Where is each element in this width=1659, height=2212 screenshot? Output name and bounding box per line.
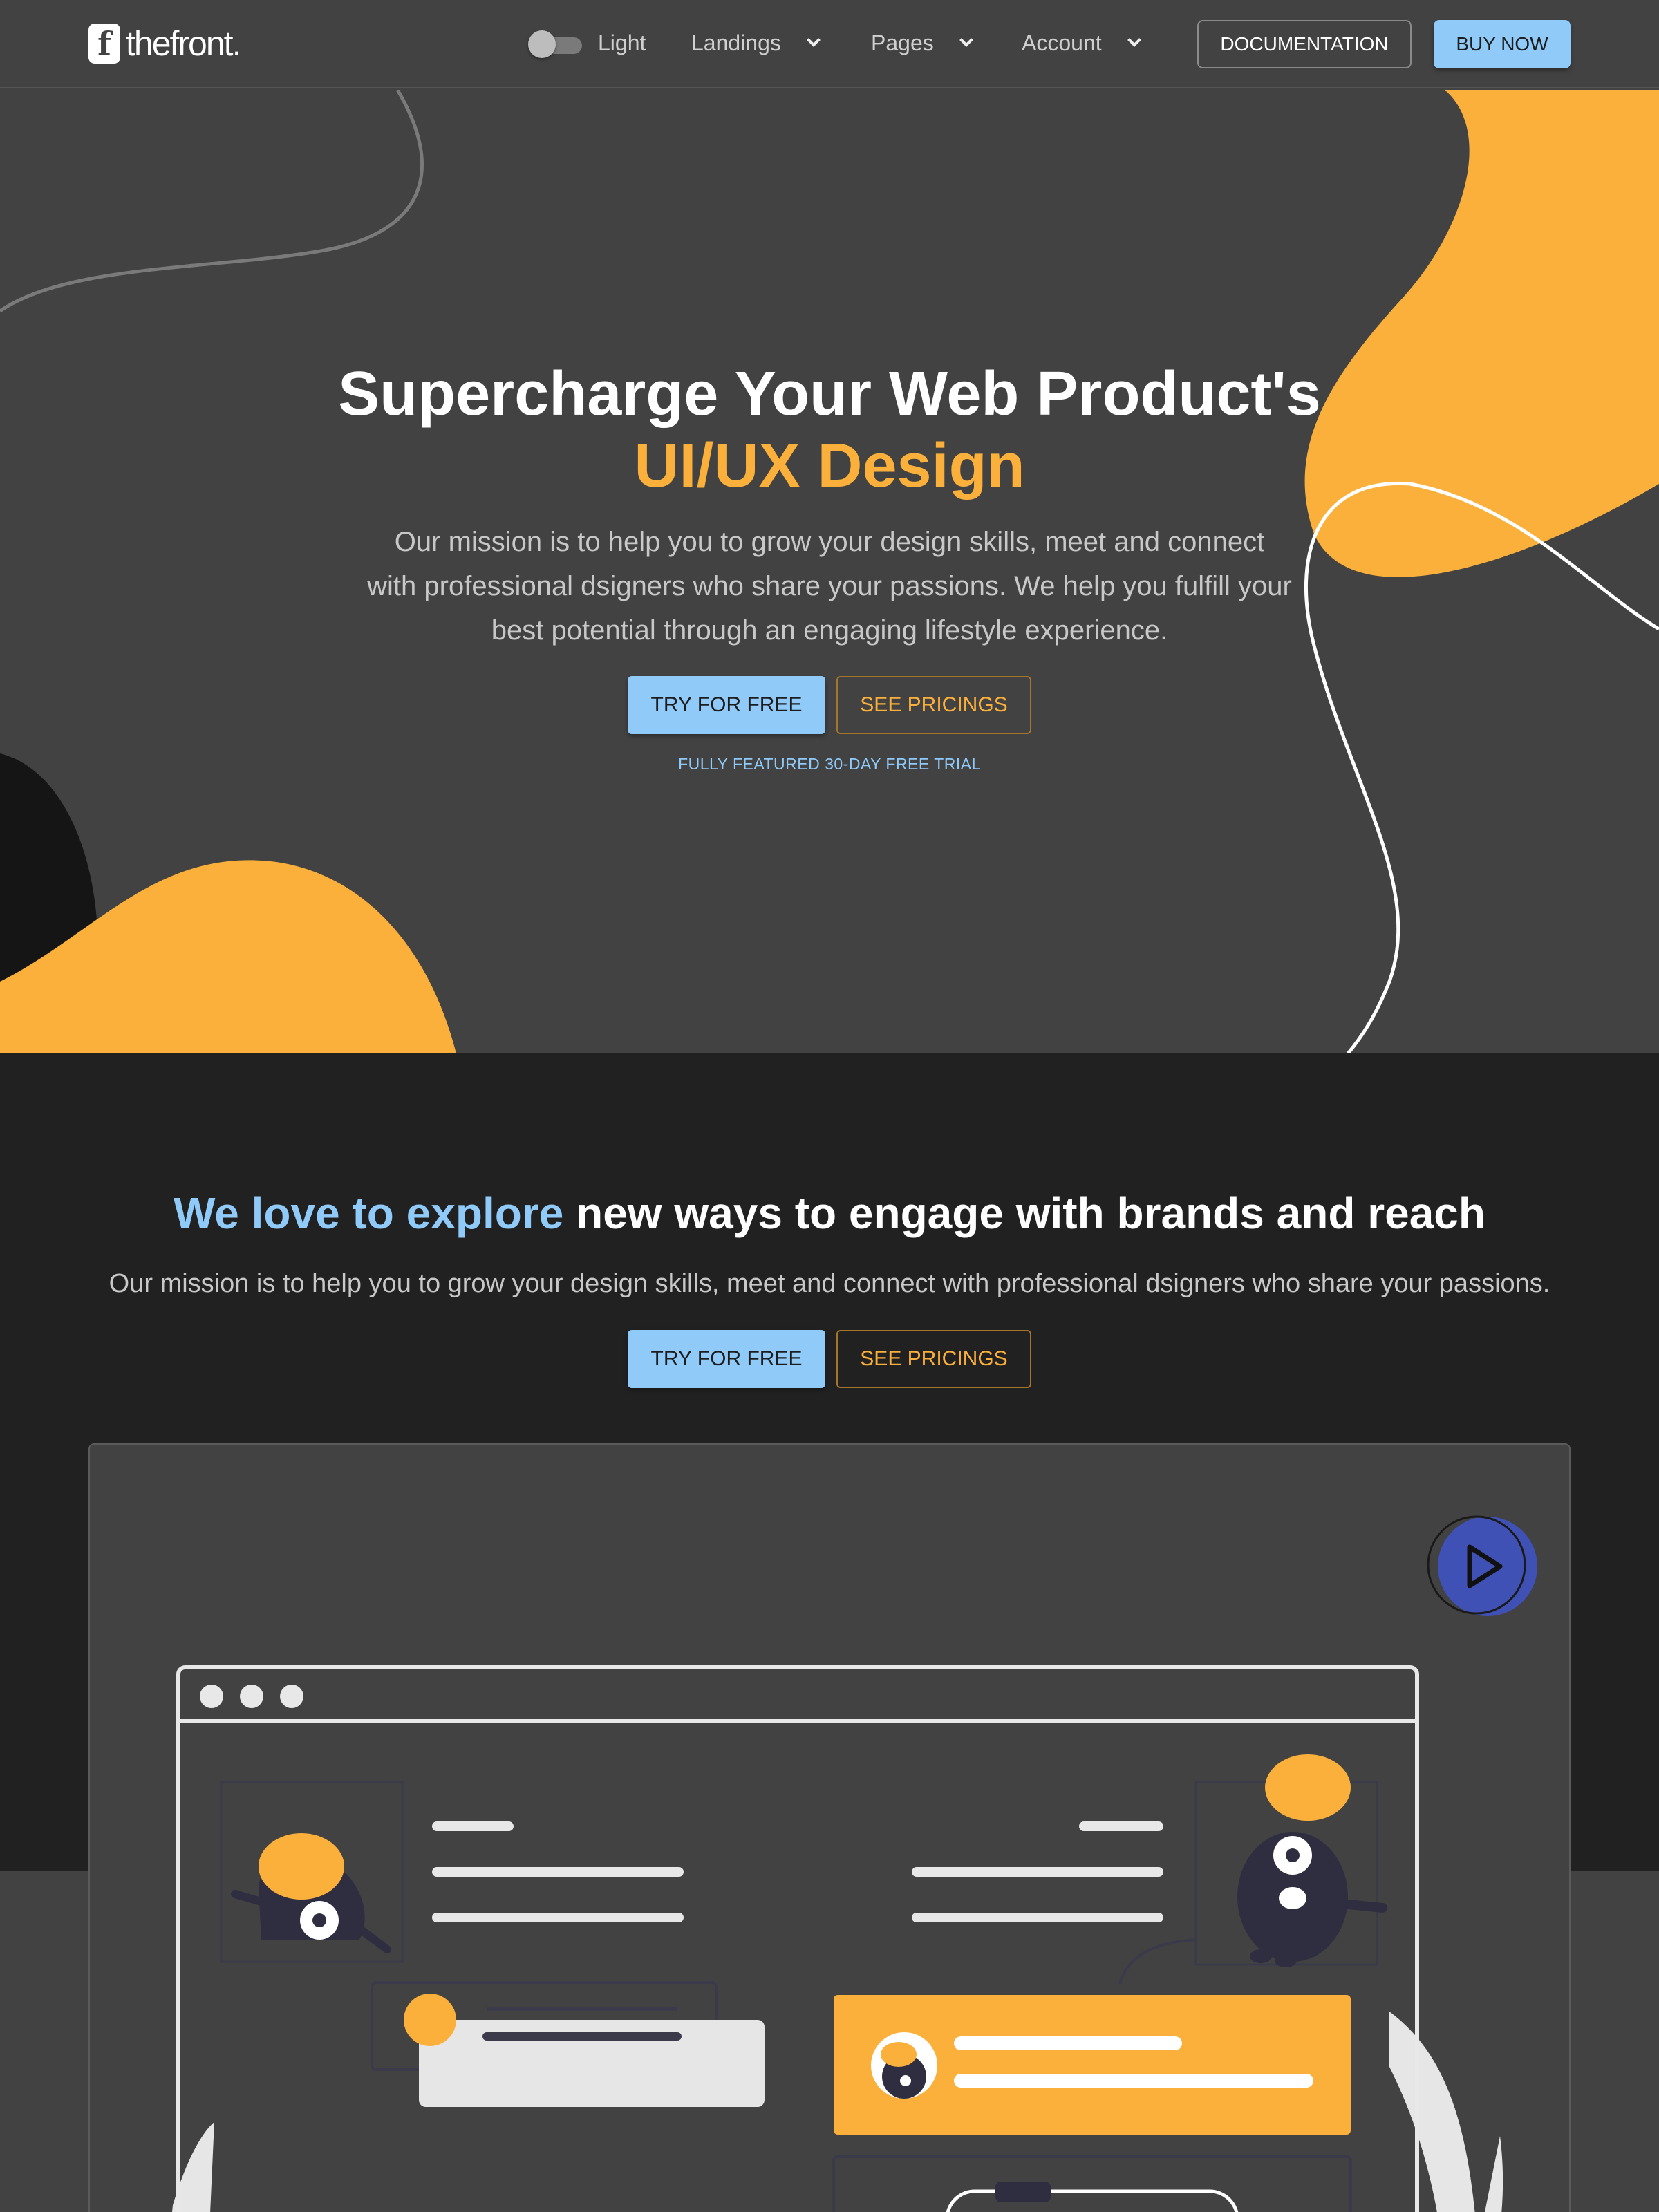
top-navbar: f thefront. Light Landings Pages Account… (0, 0, 1659, 88)
section-subtitle: Our mission is to help you to grow your … (109, 1269, 1550, 1298)
hero-title: Supercharge Your Web Product's UI/UX Des… (0, 358, 1659, 502)
try-for-free-button[interactable]: TRY FOR FREE (628, 1330, 825, 1388)
see-pricings-button[interactable]: SEE PRICINGS (836, 676, 1031, 734)
nav-item-landings[interactable]: Landings (691, 30, 821, 56)
hero-title-highlight: UI/UX Design (634, 431, 1025, 500)
nav-item-label: Pages (871, 30, 934, 55)
toggle-knob (528, 30, 556, 58)
section-title-highlight: We love to explore (174, 1188, 564, 1238)
chevron-down-icon (959, 32, 973, 47)
section-title-rest: new ways to engage with brands and reach (563, 1188, 1485, 1238)
hero-subtitle: Our mission is to help you to grow your … (367, 527, 1292, 646)
chevron-down-icon (1127, 32, 1141, 47)
nav-item-pages[interactable]: Pages (871, 30, 973, 56)
theme-toggle[interactable] (528, 30, 583, 58)
nav-item-label: Landings (691, 30, 781, 55)
play-icon (1427, 1515, 1537, 1616)
hero-title-line1: Supercharge Your Web Product's (338, 359, 1321, 429)
logo-mark: f (88, 24, 120, 64)
documentation-button[interactable]: DOCUMENTATION (1197, 20, 1412, 68)
section-title: We love to explore new ways to engage wi… (0, 1188, 1659, 1239)
buy-now-button[interactable]: BUY NOW (1434, 20, 1571, 68)
theme-label: Light (598, 30, 646, 55)
logo-text: thefront. (126, 24, 241, 63)
video-card[interactable] (88, 1443, 1571, 2212)
nav-item-label: Account (1022, 30, 1102, 55)
hero-section: Supercharge Your Web Product's UI/UX Des… (0, 90, 1659, 1053)
logo[interactable]: f thefront. (88, 24, 241, 64)
free-trial-note: FULLY FEATURED 30-DAY FREE TRIAL (678, 755, 981, 773)
see-pricings-button[interactable]: SEE PRICINGS (836, 1330, 1031, 1388)
video-illustration (172, 1665, 1503, 2212)
nav-item-account[interactable]: Account (1022, 30, 1141, 56)
chevron-down-icon (806, 32, 821, 47)
play-video-button[interactable] (1425, 1515, 1537, 1619)
try-for-free-button[interactable]: TRY FOR FREE (628, 676, 825, 734)
